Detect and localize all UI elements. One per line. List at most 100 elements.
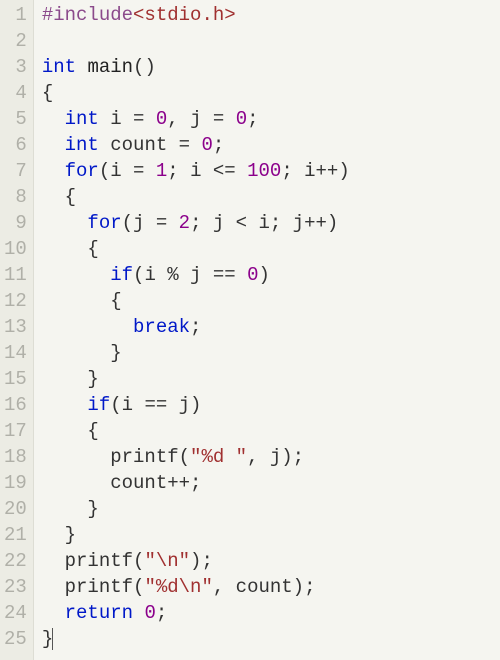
code-line[interactable]: { xyxy=(42,236,500,262)
code-line[interactable]: if(i == j) xyxy=(42,392,500,418)
code-token: i = xyxy=(99,108,156,130)
code-token: } xyxy=(42,498,99,520)
code-token: printf( xyxy=(42,550,145,572)
code-line[interactable]: int main() xyxy=(42,54,500,80)
code-token: main xyxy=(87,56,133,78)
code-line[interactable] xyxy=(42,28,500,54)
code-line[interactable]: } xyxy=(42,340,500,366)
code-line[interactable]: printf("\n"); xyxy=(42,548,500,574)
code-token: int xyxy=(65,134,99,156)
code-line[interactable]: #include<stdio.h> xyxy=(42,2,500,28)
code-token: printf( xyxy=(42,446,190,468)
code-token: count = xyxy=(99,134,202,156)
line-number: 15 xyxy=(4,366,27,392)
code-token: , j = xyxy=(167,108,235,130)
code-token xyxy=(42,316,133,338)
code-token: "\n" xyxy=(144,550,190,572)
code-token: if xyxy=(110,264,133,286)
code-line[interactable]: { xyxy=(42,184,500,210)
code-token: ; xyxy=(247,108,258,130)
code-token xyxy=(42,134,65,156)
line-number: 6 xyxy=(4,132,27,158)
code-token xyxy=(42,394,88,416)
code-line[interactable]: } xyxy=(42,522,500,548)
code-token: 1 xyxy=(156,160,167,182)
code-token: (j = xyxy=(122,212,179,234)
code-token: { xyxy=(42,238,99,260)
line-number: 5 xyxy=(4,106,27,132)
code-token: 0 xyxy=(156,108,167,130)
code-token: #include xyxy=(42,4,133,26)
code-line[interactable]: for(i = 1; i <= 100; i++) xyxy=(42,158,500,184)
line-number: 1 xyxy=(4,2,27,28)
code-line[interactable]: for(j = 2; j < i; j++) xyxy=(42,210,500,236)
line-number: 14 xyxy=(4,340,27,366)
code-token: for xyxy=(65,160,99,182)
code-token: , j); xyxy=(247,446,304,468)
code-token: 2 xyxy=(179,212,190,234)
code-line[interactable]: { xyxy=(42,80,500,106)
code-token: ; xyxy=(156,602,167,624)
code-token: , count); xyxy=(213,576,316,598)
line-number: 23 xyxy=(4,574,27,600)
code-token: return xyxy=(65,602,133,624)
code-token: ) xyxy=(258,264,269,286)
code-line[interactable]: count++; xyxy=(42,470,500,496)
code-token: (i == j) xyxy=(110,394,201,416)
code-token: "%d " xyxy=(190,446,247,468)
code-line[interactable]: printf("%d ", j); xyxy=(42,444,500,470)
line-number: 25 xyxy=(4,626,27,652)
code-token: (i = xyxy=(99,160,156,182)
line-number: 19 xyxy=(4,470,27,496)
code-token: { xyxy=(42,186,76,208)
code-token: { xyxy=(42,82,53,104)
code-token: int xyxy=(42,56,76,78)
code-token: (i % j == xyxy=(133,264,247,286)
code-line[interactable]: int count = 0; xyxy=(42,132,500,158)
line-number: 21 xyxy=(4,522,27,548)
code-token xyxy=(42,602,65,624)
code-line[interactable]: } xyxy=(42,496,500,522)
code-token xyxy=(42,160,65,182)
line-number: 24 xyxy=(4,600,27,626)
code-line[interactable]: return 0; xyxy=(42,600,500,626)
code-line[interactable]: int i = 0, j = 0; xyxy=(42,106,500,132)
line-number: 2 xyxy=(4,28,27,54)
code-token: ; i <= xyxy=(167,160,247,182)
code-token: ); xyxy=(190,550,213,572)
line-number: 11 xyxy=(4,262,27,288)
code-token: if xyxy=(87,394,110,416)
code-token: 0 xyxy=(236,108,247,130)
line-number: 4 xyxy=(4,80,27,106)
line-number-gutter: 1234567891011121314151617181920212223242… xyxy=(0,0,34,660)
code-token: <stdio.h> xyxy=(133,4,236,26)
code-token: () xyxy=(133,56,156,78)
code-token xyxy=(42,212,88,234)
code-area[interactable]: #include<stdio.h>int main(){ int i = 0, … xyxy=(34,0,500,660)
code-token: printf( xyxy=(42,576,145,598)
code-token: 100 xyxy=(247,160,281,182)
text-cursor xyxy=(52,628,53,650)
code-token: ; xyxy=(190,316,201,338)
code-line[interactable]: } xyxy=(42,626,500,652)
code-token xyxy=(76,56,87,78)
line-number: 16 xyxy=(4,392,27,418)
code-editor: 1234567891011121314151617181920212223242… xyxy=(0,0,500,660)
line-number: 17 xyxy=(4,418,27,444)
code-token: count++; xyxy=(42,472,202,494)
code-line[interactable]: } xyxy=(42,366,500,392)
line-number: 12 xyxy=(4,288,27,314)
code-line[interactable]: if(i % j == 0) xyxy=(42,262,500,288)
code-line[interactable]: break; xyxy=(42,314,500,340)
code-line[interactable]: { xyxy=(42,288,500,314)
code-token: int xyxy=(65,108,99,130)
line-number: 13 xyxy=(4,314,27,340)
code-token: { xyxy=(42,420,99,442)
code-token: ; i++) xyxy=(281,160,349,182)
code-line[interactable]: printf("%d\n", count); xyxy=(42,574,500,600)
code-token: } xyxy=(42,524,76,546)
code-token xyxy=(42,264,110,286)
code-token: 0 xyxy=(201,134,212,156)
code-line[interactable]: { xyxy=(42,418,500,444)
line-number: 18 xyxy=(4,444,27,470)
